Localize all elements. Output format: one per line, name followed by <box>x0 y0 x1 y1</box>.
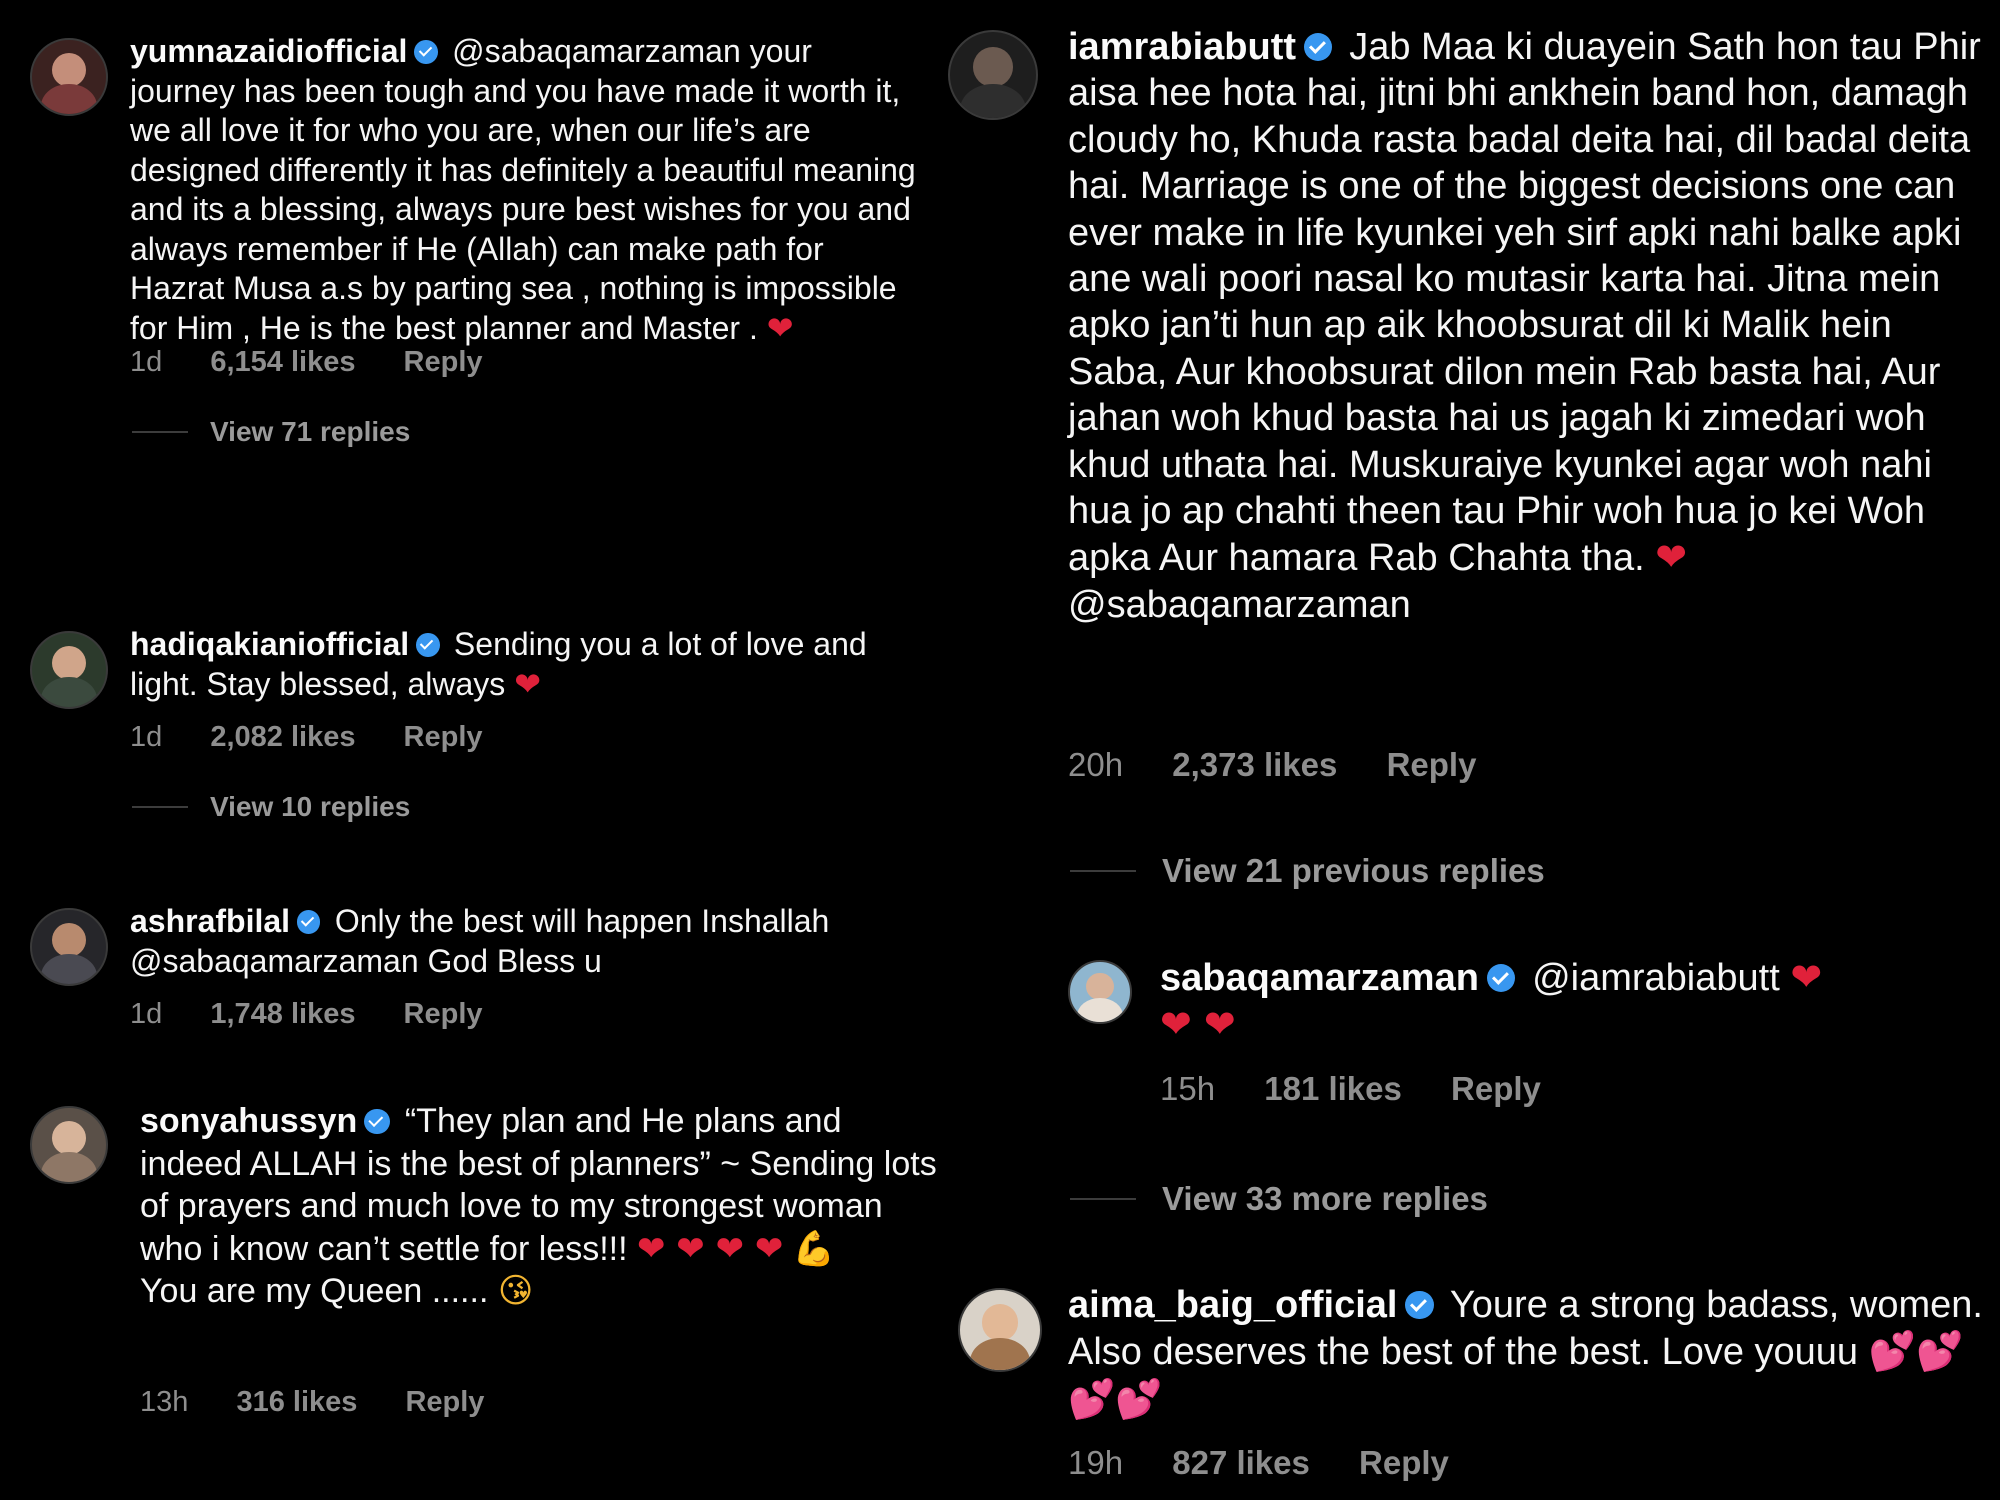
comment-username[interactable]: yumnazaidiofficial <box>130 33 407 69</box>
verified-badge-icon <box>1405 1291 1434 1320</box>
comment-time: 15h <box>1160 1070 1216 1107</box>
red-heart-emoji: ❤ <box>1655 535 1688 580</box>
comment-text: @sabaqamarzaman your journey has been to… <box>130 33 916 346</box>
view-previous-replies-button[interactable]: View 21 previous replies <box>1070 852 1545 890</box>
face-blowing-kiss-emoji: 😘 <box>497 1271 534 1311</box>
avatar[interactable] <box>30 631 108 709</box>
red-heart-emoji: ❤ ❤ <box>1160 1002 1236 1047</box>
comment-meta: 1d 6,154 likes Reply <box>130 346 523 379</box>
comment-body: yumnazaidiofficial @sabaqamarzaman your … <box>130 32 920 348</box>
comment-time: 1d <box>130 346 163 378</box>
replies-divider-line <box>1070 870 1136 872</box>
comment-body: ashrafbilal Only the best will happen In… <box>130 902 920 981</box>
comment-meta: 19h 827 likes Reply <box>1068 1444 1489 1482</box>
reply-button[interactable]: Reply <box>404 998 483 1030</box>
comment-text[interactable]: @iamrabiabutt <box>1532 957 1780 999</box>
comment-body: sonyahussyn “They plan and He plans and … <box>140 1100 940 1313</box>
reply-button[interactable]: Reply <box>1387 746 1477 783</box>
comment-likes[interactable]: 181 likes <box>1264 1070 1402 1107</box>
comment-username[interactable]: sonyahussyn <box>140 1102 357 1140</box>
verified-badge-icon <box>364 1108 390 1134</box>
comment-mention[interactable]: @sabaqamarzaman <box>1068 584 1411 626</box>
replies-divider-line <box>1070 1198 1136 1200</box>
comment-likes[interactable]: 1,748 likes <box>210 998 355 1030</box>
verified-badge-icon <box>415 633 440 657</box>
red-heart-emoji: ❤ ❤ ❤ ❤ <box>637 1228 784 1269</box>
view-replies-label: View 10 replies <box>210 791 411 822</box>
comment-username[interactable]: ashrafbilal <box>130 903 290 939</box>
comment-likes[interactable]: 2,373 likes <box>1172 746 1337 783</box>
avatar[interactable] <box>958 1288 1042 1372</box>
replies-divider-line <box>132 431 188 433</box>
comment-meta: 1d 1,748 likes Reply <box>130 998 523 1031</box>
avatar[interactable] <box>30 1106 108 1184</box>
comment-text: Jab Maa ki duayein Sath hon tau Phir ais… <box>1068 26 1981 580</box>
comment-body: iamrabiabutt Jab Maa ki duayein Sath hon… <box>1068 24 1988 628</box>
verified-badge-icon <box>1303 33 1333 62</box>
comment-text-line2: You are my Queen ...... <box>140 1272 489 1310</box>
comment-time: 19h <box>1068 1444 1124 1481</box>
comment-time: 20h <box>1068 746 1124 783</box>
comment-time: 13h <box>140 1386 189 1418</box>
comment-time: 1d <box>130 998 163 1030</box>
comment-likes[interactable]: 316 likes <box>236 1386 357 1418</box>
comment-body: sabaqamarzaman @iamrabiabutt ❤ ❤ ❤ <box>1160 954 1960 1049</box>
verified-badge-icon <box>296 910 321 934</box>
view-replies-button[interactable]: View 71 replies <box>132 416 410 448</box>
red-heart-emoji: ❤ <box>766 308 794 347</box>
view-more-replies-button[interactable]: View 33 more replies <box>1070 1180 1488 1218</box>
red-heart-emoji: ❤ <box>514 664 541 703</box>
comment-likes[interactable]: 6,154 likes <box>210 346 355 378</box>
reply-button[interactable]: Reply <box>404 721 483 753</box>
reply-button[interactable]: Reply <box>405 1386 484 1418</box>
comment-username[interactable]: sabaqamarzaman <box>1160 957 1479 999</box>
avatar[interactable] <box>1068 960 1132 1024</box>
replies-divider-line <box>132 806 188 808</box>
comment-meta: 1d 2,082 likes Reply <box>130 721 523 754</box>
view-replies-button[interactable]: View 10 replies <box>132 791 410 823</box>
comment-likes[interactable]: 2,082 likes <box>210 721 355 753</box>
comment-body: aima_baig_official Youre a strong badass… <box>1068 1282 1988 1423</box>
comment-body: hadiqakianiofficial Sending you a lot of… <box>130 625 920 704</box>
comment-meta: 20h 2,373 likes Reply <box>1068 746 1516 784</box>
comment-likes[interactable]: 827 likes <box>1172 1444 1310 1481</box>
verified-badge-icon <box>1486 964 1516 993</box>
avatar[interactable] <box>948 30 1038 120</box>
reply-button[interactable]: Reply <box>404 346 483 378</box>
flexed-biceps-emoji: 💪 <box>792 1228 836 1269</box>
red-heart-emoji: ❤ <box>1790 955 1823 999</box>
verified-badge-icon <box>414 40 438 64</box>
reply-button[interactable]: Reply <box>1359 1444 1449 1481</box>
comment-meta: 13h 316 likes Reply <box>140 1386 524 1419</box>
comment-meta: 15h 181 likes Reply <box>1160 1070 1581 1108</box>
avatar[interactable] <box>30 38 108 116</box>
view-more-replies-label: View 33 more replies <box>1162 1180 1488 1217</box>
view-previous-replies-label: View 21 previous replies <box>1162 852 1545 889</box>
comment-username[interactable]: hadiqakianiofficial <box>130 626 409 662</box>
avatar[interactable] <box>30 908 108 986</box>
view-replies-label: View 71 replies <box>210 416 411 447</box>
reply-button[interactable]: Reply <box>1451 1070 1541 1107</box>
comment-username[interactable]: iamrabiabutt <box>1068 26 1296 68</box>
comment-username[interactable]: aima_baig_official <box>1068 1284 1397 1326</box>
comment-time: 1d <box>130 721 163 753</box>
